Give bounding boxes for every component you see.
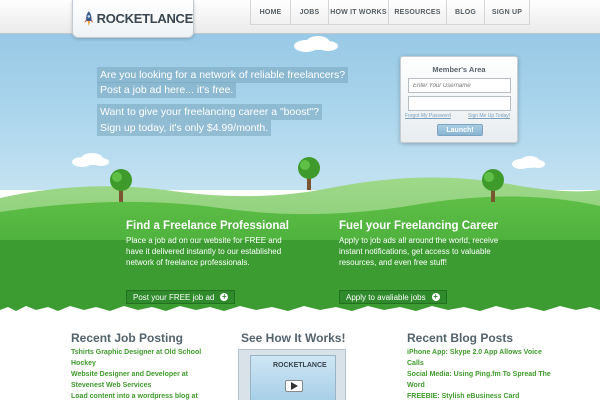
feature-description: Place a job ad on our website for FREE a… [126,236,282,267]
sign-up-link[interactable]: Sign Me Up Today! [468,113,510,119]
nav-jobs[interactable]: JOBS [290,0,328,25]
apply-jobs-button-label: Apply to avaliable jobs [346,292,426,302]
feature-description: Apply to job ads all around the world, r… [339,236,499,267]
hero-line: Post a job ad here... it's free. [97,82,237,98]
blog-link[interactable]: iPhone App: Skype 2.0 App Allows Voice [407,348,542,358]
post-job-button[interactable]: Post your FREE job ad + [126,290,236,304]
hero-line: Are you looking for a network of reliabl… [97,67,349,83]
nav-blog[interactable]: BLOG [446,0,484,25]
member-login-box: Member's Area Forgot My Password Sign Me… [400,56,518,143]
site-logo[interactable]: ROCKETLANCE [72,0,194,38]
username-input[interactable] [408,78,511,93]
main-nav: HOME JOBS HOW IT WORKS RESOURCES BLOG SI… [250,0,530,25]
forgot-password-link[interactable]: Forgot My Password [405,113,451,119]
nav-how-it-works[interactable]: HOW IT WORKS [328,0,388,25]
plus-icon: + [431,292,440,301]
hero-line: Want to give your freelancing career a "… [97,104,322,120]
launch-button[interactable]: Launch! [437,124,483,136]
hero-line: Sign up today, it's only $4.99/month. [97,120,272,136]
recent-jobs-title: Recent Job Posting [71,331,184,345]
tree-icon [298,157,320,190]
nav-sign-up[interactable]: SIGN UP [484,0,530,25]
job-link[interactable]: Website Designer and Developer at [71,370,188,380]
play-icon[interactable] [285,380,303,392]
password-input[interactable] [408,96,511,111]
member-area-title: Member's Area [432,65,486,74]
cloud-decoration [294,36,338,52]
video-player[interactable]: ROCKETLANCE [238,349,346,400]
nav-home[interactable]: HOME [250,0,290,25]
nav-home-label: HOME [259,8,282,16]
post-job-button-label: Post your FREE job ad [133,292,215,302]
nav-jobs-label: JOBS [299,8,320,16]
plus-icon: + [220,292,229,301]
job-link[interactable]: Stevenest Web Services [71,381,151,391]
blog-link[interactable]: FREEBIE: Stylish eBusiness Card [407,392,519,400]
job-link[interactable]: Load content into a wordpress blog at [71,392,198,400]
nav-sign-up-label: SIGN UP [491,8,523,16]
nav-how-it-works-label: HOW IT WORKS [330,8,387,16]
video-thumbnail: ROCKETLANCE [250,355,336,400]
video-logo: ROCKETLANCE [273,362,327,369]
logo-text: ROCKETLANCE [96,11,194,26]
blog-link[interactable]: Social Media: Using Ping.fm To Spread Th… [407,370,551,380]
feature-title: Fuel your Freelancing Career [339,220,499,232]
rocket-icon [84,10,94,26]
recent-blog-title: Recent Blog Posts [407,331,514,345]
nav-resources[interactable]: RESOURCES [388,0,446,25]
how-it-works-title: See How It Works! [241,331,346,345]
blog-link[interactable]: Calls [407,359,424,369]
nav-blog-label: BLOG [454,8,477,16]
job-link[interactable]: Hockey [71,359,96,369]
tree-icon [482,169,504,202]
feature-title: Find a Freelance Professional [126,220,289,232]
apply-jobs-button[interactable]: Apply to avaliable jobs + [339,290,447,304]
feature-find-freelancer: Find a Freelance Professional Place a jo… [126,220,294,268]
nav-resources-label: RESOURCES [394,8,441,16]
blog-link[interactable]: Word [407,381,425,391]
tree-icon [110,169,132,202]
job-link[interactable]: Tshirts Graphic Designer at Old School [71,348,201,358]
feature-fuel-career: Fuel your Freelancing Career Apply to jo… [339,220,507,268]
